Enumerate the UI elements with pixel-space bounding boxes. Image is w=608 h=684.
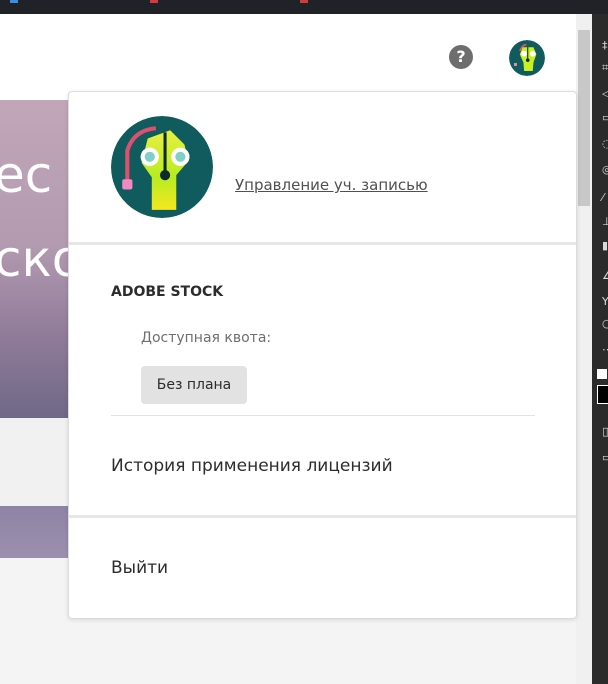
help-icon[interactable]: ? xyxy=(449,45,473,69)
tab-favicon xyxy=(150,0,158,3)
selection-tool-icon[interactable]: ⌗ xyxy=(602,62,608,74)
scrollbar-thumb[interactable] xyxy=(578,30,590,206)
zoom-tool-icon[interactable]: ○ xyxy=(602,318,608,330)
avatar-image xyxy=(111,116,213,218)
foreground-color-swatch[interactable] xyxy=(597,385,608,404)
stamp-tool-icon[interactable]: ⊥ xyxy=(602,216,608,228)
crop-tool-icon[interactable]: ▭ xyxy=(602,112,608,124)
lasso-tool-icon[interactable]: ◁ xyxy=(602,88,608,100)
inner-divider xyxy=(111,415,535,416)
hero-headline-line1: ес xyxy=(0,146,53,204)
user-avatar-button[interactable] xyxy=(509,40,545,76)
license-history-link[interactable]: История применения лицензий xyxy=(111,456,393,476)
quota-label: Доступная квота: xyxy=(141,330,272,346)
avatar-image xyxy=(509,40,545,76)
sign-out-button[interactable]: Выйти xyxy=(111,558,168,578)
heal-tool-icon[interactable]: ◎ xyxy=(602,164,608,176)
eyedropper-tool-icon[interactable]: ◌ xyxy=(602,138,608,150)
account-menu: Управление уч. записью ADOBE STOCK Досту… xyxy=(68,91,577,619)
move-tool-icon[interactable]: ‡ xyxy=(602,40,608,52)
pen-tool-icon[interactable]: ∠ xyxy=(602,270,608,282)
background-color-swatch[interactable] xyxy=(597,369,607,379)
manage-account-link[interactable]: Управление уч. записью xyxy=(235,176,428,194)
browser-chrome-strip xyxy=(0,0,608,14)
eraser-tool-icon[interactable]: ▮ xyxy=(602,240,608,252)
page-header xyxy=(0,14,576,100)
profile-avatar xyxy=(111,116,213,218)
section-divider xyxy=(69,515,576,518)
type-tool-icon[interactable]: Y xyxy=(602,296,608,308)
section-divider xyxy=(69,242,576,245)
brush-tool-icon[interactable]: ⁄ xyxy=(602,192,608,204)
more-tools-icon[interactable]: ⋯ xyxy=(602,344,608,356)
tab-favicon xyxy=(10,0,18,3)
screen-mode-icon[interactable]: ▭ xyxy=(602,452,608,464)
stock-section-title: ADOBE STOCK xyxy=(111,284,224,300)
tab-favicon xyxy=(300,0,308,3)
quick-mask-icon[interactable]: ◫ xyxy=(602,426,608,438)
plan-badge: Без плана xyxy=(141,366,247,404)
